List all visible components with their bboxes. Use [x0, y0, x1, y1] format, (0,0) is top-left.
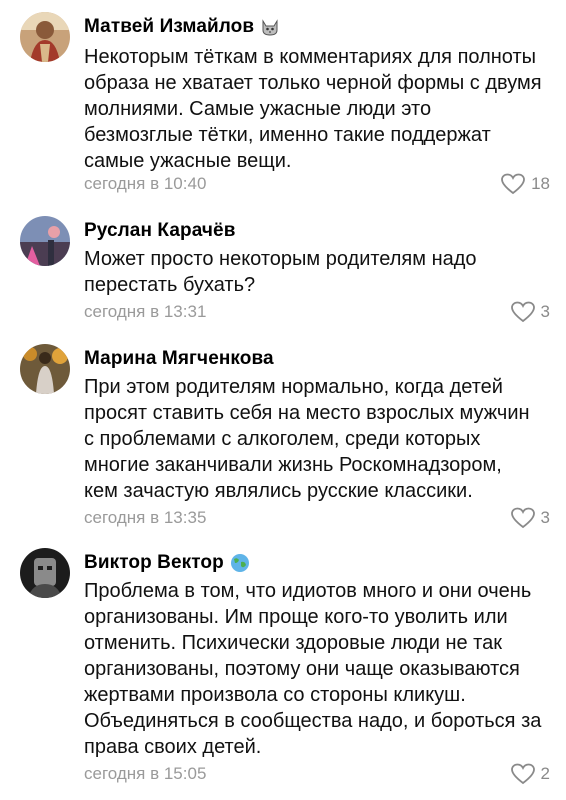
like-count: 18 [531, 174, 550, 193]
comment-item: Матвей Измайлов Некоторым тёткам в комме… [0, 12, 566, 202]
globe-icon [230, 553, 250, 573]
avatar[interactable] [20, 12, 70, 62]
avatar[interactable] [20, 216, 70, 266]
comment-item: Руслан Карачёв Может просто некоторым ро… [0, 216, 566, 326]
timestamp: сегодня в 13:35 [84, 508, 207, 527]
author-row: Марина Мягченкова [84, 344, 274, 374]
timestamp: сегодня в 10:40 [84, 174, 207, 193]
like-button[interactable]: 18 [501, 172, 550, 196]
comment-meta: сегодня в 13:35 3 [84, 506, 550, 530]
comment-meta: сегодня в 13:31 3 [84, 300, 550, 324]
comment-meta: сегодня в 10:40 18 [84, 172, 550, 196]
comments-feed: Матвей Измайлов Некоторым тёткам в комме… [0, 0, 566, 800]
timestamp: сегодня в 15:05 [84, 764, 207, 783]
comment-text: Некоторым тёткам в комментариях для полн… [84, 46, 542, 172]
like-count: 3 [540, 302, 550, 321]
author-row: Матвей Измайлов [84, 12, 280, 42]
like-count: 2 [540, 764, 550, 783]
heart-icon [510, 301, 535, 323]
like-button[interactable]: 3 [510, 506, 550, 530]
timestamp: сегодня в 13:31 [84, 302, 207, 321]
heart-icon [510, 763, 535, 785]
like-button[interactable]: 2 [510, 762, 550, 786]
like-button[interactable]: 3 [510, 300, 550, 324]
comment-text: Проблема в том, что идиотов много и они … [84, 580, 542, 758]
like-count: 3 [540, 508, 550, 527]
heart-icon [510, 507, 535, 529]
comment-item: Виктор Вектор Проблема в том, что идиото… [0, 548, 566, 793]
author-row: Виктор Вектор [84, 548, 250, 578]
cat-emoji-icon [260, 17, 280, 37]
comment-text: Может просто некоторым родителям надо пе… [84, 248, 477, 296]
heart-icon [501, 173, 525, 195]
avatar[interactable] [20, 548, 70, 598]
avatar[interactable] [20, 344, 70, 394]
comment-text: При этом родителям нормально, когда дете… [84, 376, 530, 502]
author-name[interactable]: Марина Мягченкова [84, 348, 274, 370]
comment-item: Марина Мягченкова При этом родителям нор… [0, 344, 566, 534]
author-name[interactable]: Руслан Карачёв [84, 220, 236, 242]
comment-meta: сегодня в 15:05 2 [84, 762, 550, 786]
author-row: Руслан Карачёв [84, 216, 236, 246]
author-name[interactable]: Виктор Вектор [84, 552, 224, 574]
author-name[interactable]: Матвей Измайлов [84, 16, 254, 38]
